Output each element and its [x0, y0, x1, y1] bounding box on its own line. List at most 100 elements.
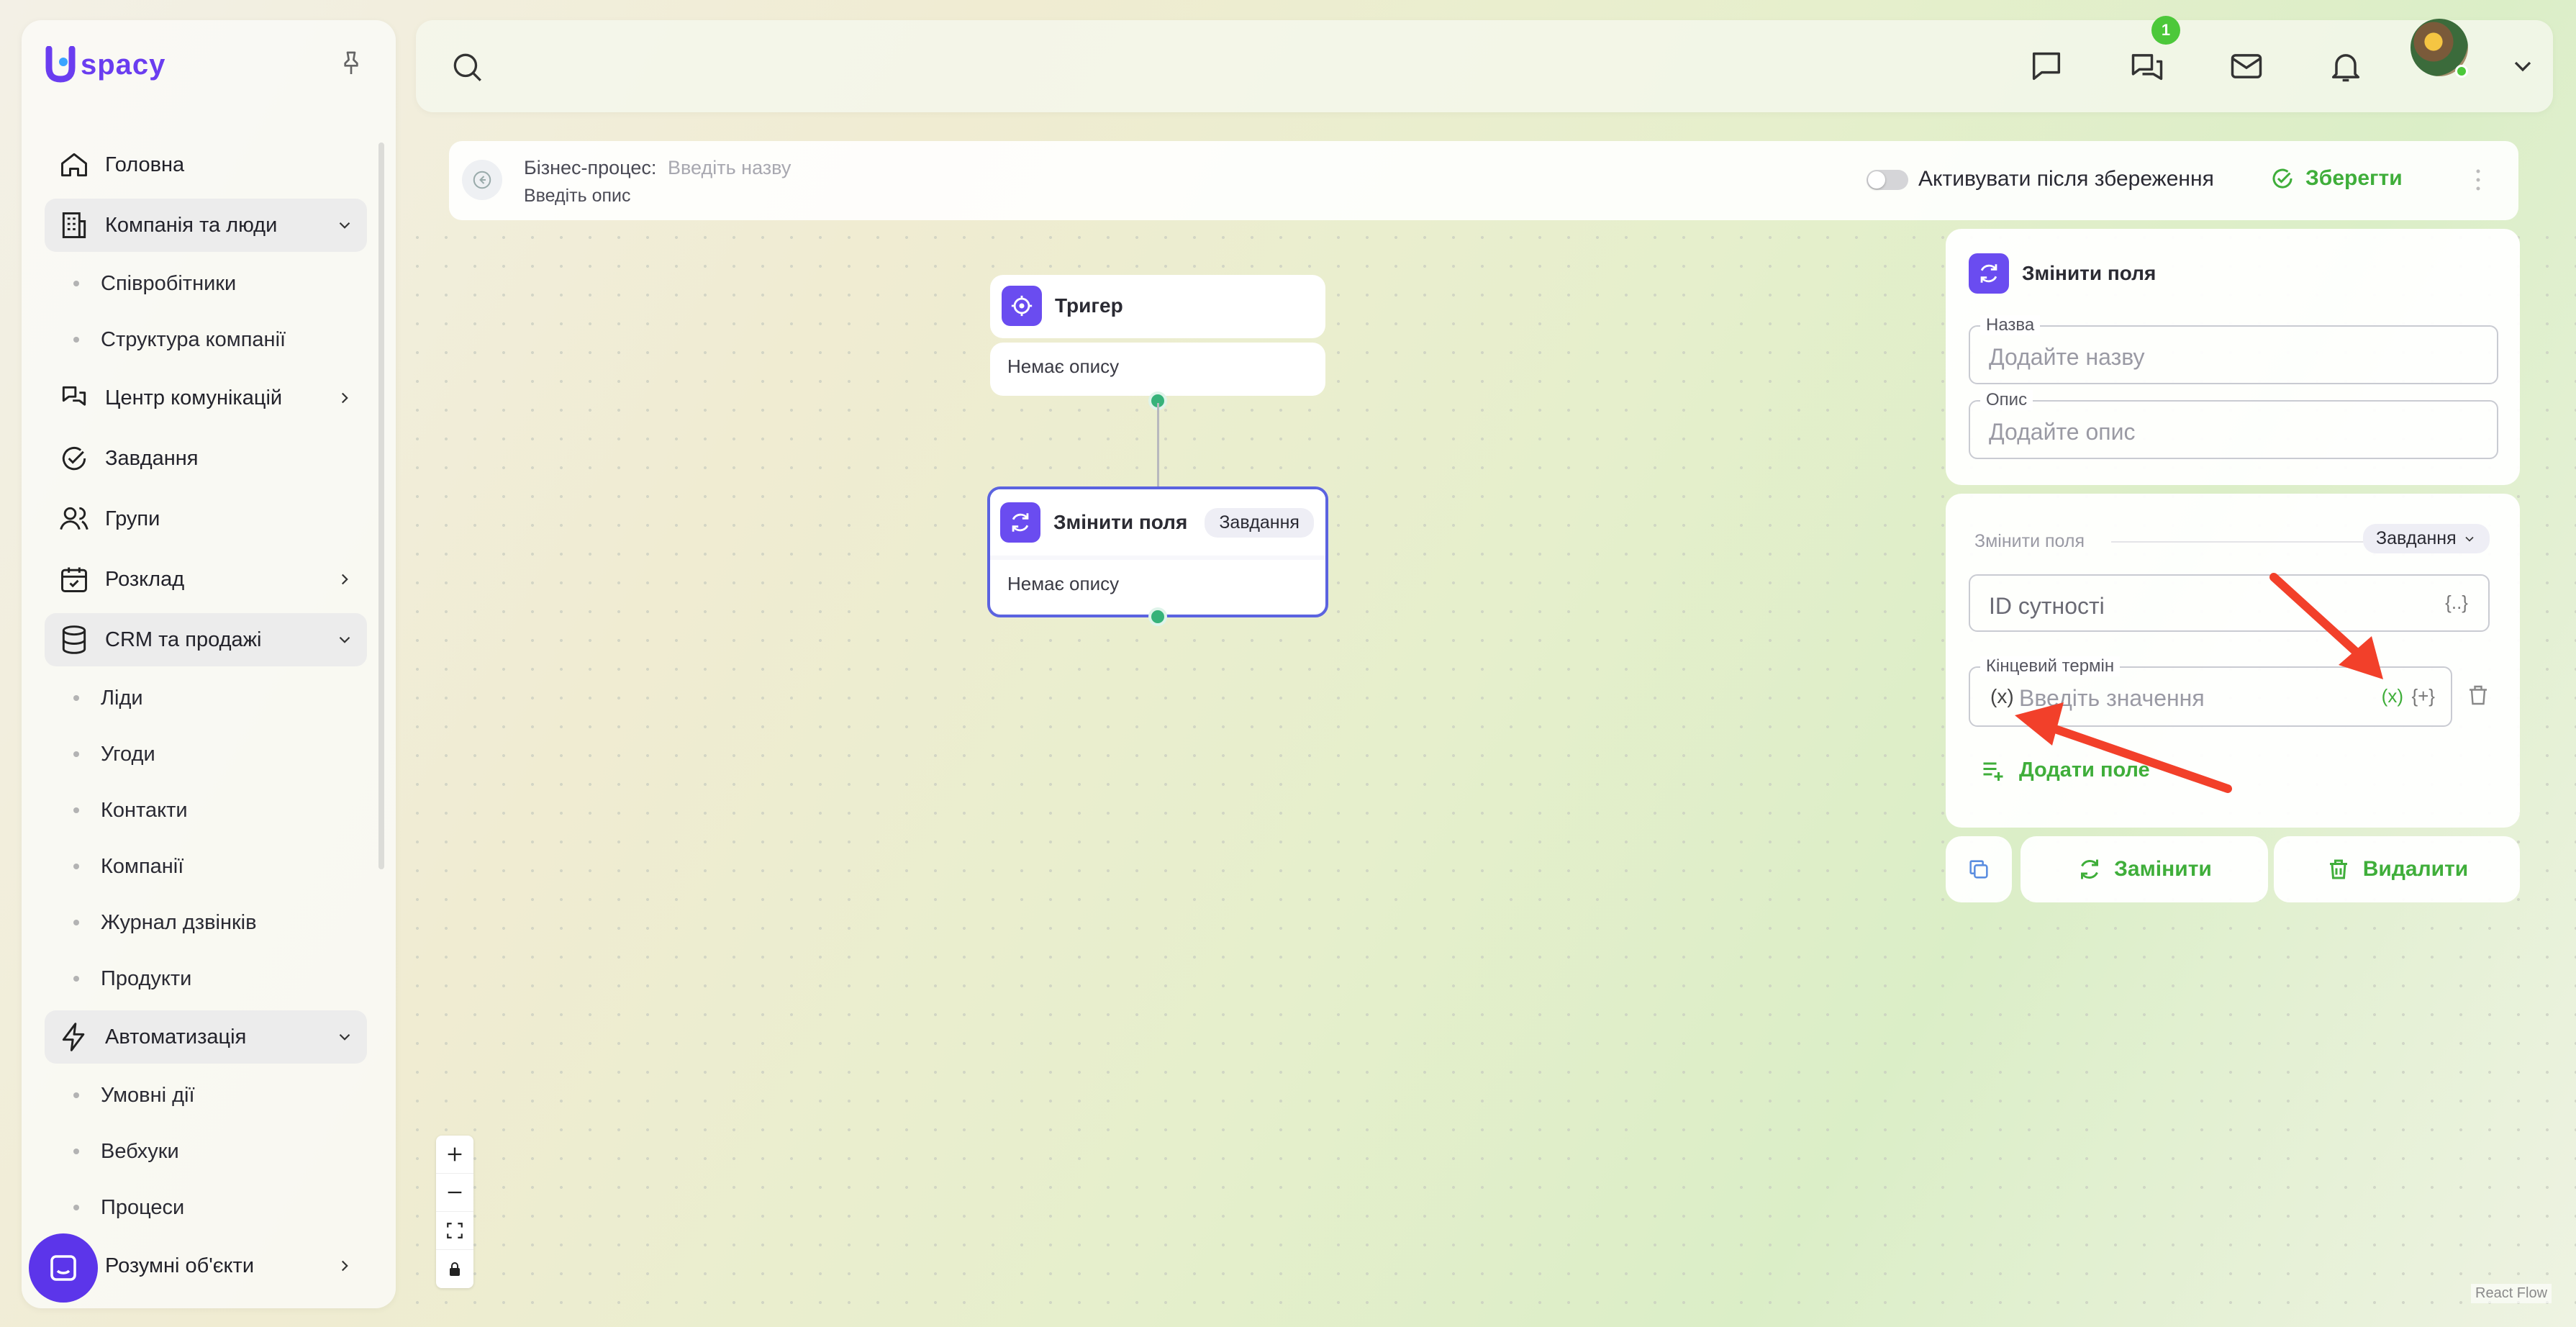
- sidebar-item-tasks[interactable]: Завдання: [45, 432, 367, 485]
- bell-icon[interactable]: [2327, 47, 2364, 85]
- react-flow-attribution[interactable]: React Flow: [2471, 1284, 2552, 1303]
- sidebar-item-label: Вебхуки: [101, 1139, 179, 1163]
- insert-variable-icon[interactable]: (x): [2382, 685, 2403, 707]
- target-icon: [1002, 286, 1042, 326]
- copy-icon: [1969, 860, 1988, 879]
- topbar: [416, 20, 2553, 112]
- lightning-icon: [58, 1020, 91, 1054]
- entity-id-placeholder: ID сутності: [1989, 593, 2105, 619]
- chevron-down-icon[interactable]: [2508, 47, 2537, 85]
- sidebar-subitem-processes[interactable]: Процеси: [45, 1183, 367, 1232]
- flow-edge[interactable]: [1157, 403, 1159, 488]
- deadline-label: Кінцевий термін: [1980, 656, 2121, 676]
- process-name-input[interactable]: Введіть назву: [668, 157, 791, 179]
- save-label: Зберегти: [2305, 166, 2403, 190]
- change-fields-card: Змінити поля Завдання ID сутності {..} К…: [1946, 494, 2520, 828]
- trash-icon[interactable]: [2465, 682, 2491, 708]
- sidebar-item-label: Центр комунікацій: [105, 386, 283, 409]
- sidebar-subitem-structure[interactable]: Структура компанії: [45, 315, 367, 364]
- bullet: [73, 1149, 79, 1154]
- sidebar-subitem-webhooks[interactable]: Вебхуки: [45, 1127, 367, 1176]
- variable-icon[interactable]: (x): [1990, 685, 2014, 708]
- sidebar-item-label: Процеси: [101, 1195, 185, 1219]
- sidebar-subitem-contacts[interactable]: Контакти: [45, 786, 367, 835]
- sidebar-subitem-employees[interactable]: Співробітники: [45, 259, 367, 308]
- sidebar-item-groups[interactable]: Групи: [45, 492, 367, 545]
- sidebar-item-label: Розклад: [105, 567, 185, 591]
- change-fields-node[interactable]: Змінити поля Завдання Немає опису: [987, 486, 1328, 617]
- activate-toggle[interactable]: [1867, 170, 1908, 190]
- delete-button[interactable]: Видалити: [2274, 836, 2520, 902]
- function-icon[interactable]: {..}: [2445, 592, 2468, 614]
- support-chat-button[interactable]: [29, 1233, 98, 1303]
- entity-type-value: Завдання: [2376, 528, 2457, 548]
- deadline-field[interactable]: Кінцевий термін (x) Введіть значення (x)…: [1969, 656, 2452, 727]
- add-field-button[interactable]: Додати поле: [1980, 757, 2150, 783]
- sidebar-item-company[interactable]: Компанія та люди: [45, 199, 367, 252]
- zoom-out-button[interactable]: [436, 1174, 473, 1212]
- activate-label: Активувати після збереження: [1918, 167, 2214, 191]
- chats-icon[interactable]: [2128, 47, 2166, 85]
- search-icon[interactable]: [449, 49, 485, 85]
- sidebar-item-automation[interactable]: Автоматизація: [45, 1010, 367, 1064]
- list-plus-icon: [1983, 762, 2003, 781]
- add-field-label: Додати поле: [2019, 758, 2150, 782]
- description-field[interactable]: Опис Додайте опис: [1969, 390, 2498, 459]
- sidebar-subitem-conditional-actions[interactable]: Умовні дії: [45, 1071, 367, 1120]
- online-status-dot: [2455, 65, 2468, 78]
- back-button[interactable]: [462, 160, 502, 200]
- change-node-header: Змінити поля Завдання: [990, 489, 1325, 556]
- entity-id-field[interactable]: ID сутності {..}: [1969, 574, 2490, 632]
- insert-function-icon[interactable]: {+}: [2411, 685, 2435, 707]
- mail-icon[interactable]: [2228, 47, 2265, 85]
- delete-label: Видалити: [2362, 857, 2469, 881]
- pin-icon[interactable]: [337, 49, 366, 78]
- sidebar-item-home[interactable]: Головна: [45, 138, 367, 191]
- zoom-controls: [436, 1136, 473, 1288]
- sidebar-item-communications[interactable]: Центр комунікацій: [45, 371, 367, 425]
- change-source-handle[interactable]: [1148, 607, 1167, 626]
- name-label: Назва: [1980, 315, 2041, 335]
- chat-flow-icon: [58, 381, 91, 415]
- trigger-node-header[interactable]: Тригер: [990, 275, 1325, 338]
- sidebar-subitem-call-log[interactable]: Журнал дзвінків: [45, 898, 367, 947]
- arrow-left-circle-icon: [473, 171, 491, 189]
- sidebar-item-schedule[interactable]: Розклад: [45, 553, 367, 606]
- chevron-right-icon: [341, 392, 348, 404]
- sidebar-item-label: Контакти: [101, 798, 188, 822]
- bullet: [73, 337, 79, 343]
- sidebar-item-label: Компанії: [101, 854, 184, 878]
- sidebar-subitem-companies[interactable]: Компанії: [45, 842, 367, 891]
- replace-button[interactable]: Замінити: [2021, 836, 2268, 902]
- sidebar-subitem-products[interactable]: Продукти: [45, 954, 367, 1003]
- section-label: Змінити поля: [1974, 531, 2085, 551]
- chevron-down-icon: [2465, 536, 2474, 542]
- more-vertical-icon[interactable]: [2471, 166, 2485, 194]
- deadline-placeholder: Введіть значення: [2019, 685, 2205, 711]
- zoom-in-button[interactable]: [436, 1136, 473, 1174]
- refresh-icon: [2081, 859, 2099, 879]
- save-button[interactable]: Зберегти: [2269, 166, 2403, 191]
- fit-view-button[interactable]: [436, 1212, 473, 1250]
- desc-label: Опис: [1980, 390, 2033, 410]
- sidebar-scrollbar[interactable]: [378, 142, 384, 869]
- trigger-node-body[interactable]: Немає опису: [990, 343, 1325, 396]
- duplicate-button[interactable]: [1946, 836, 2012, 902]
- sidebar-subitem-leads[interactable]: Ліди: [45, 674, 367, 723]
- sidebar-nav: Головна Компанія та люди Співробітники С…: [45, 138, 367, 1300]
- bullet: [73, 1092, 79, 1098]
- sidebar-item-label: Ліди: [101, 686, 143, 710]
- sidebar-item-label: Співробітники: [101, 271, 237, 295]
- check-circle-icon: [2272, 168, 2292, 189]
- sidebar-item-label: CRM та продажі: [105, 628, 262, 651]
- refresh-icon: [1969, 253, 2009, 294]
- process-desc-input[interactable]: Введіть опис: [524, 186, 631, 207]
- message-icon[interactable]: [2028, 47, 2065, 85]
- sidebar-item-crm[interactable]: CRM та продажі: [45, 613, 367, 666]
- sidebar-subitem-deals[interactable]: Угоди: [45, 730, 367, 779]
- logo[interactable]: spacy: [45, 46, 165, 83]
- entity-type-select[interactable]: Завдання: [2363, 524, 2490, 553]
- home-icon: [58, 148, 91, 181]
- name-field[interactable]: Назва Додайте назву: [1969, 315, 2498, 384]
- lock-button[interactable]: [436, 1250, 473, 1288]
